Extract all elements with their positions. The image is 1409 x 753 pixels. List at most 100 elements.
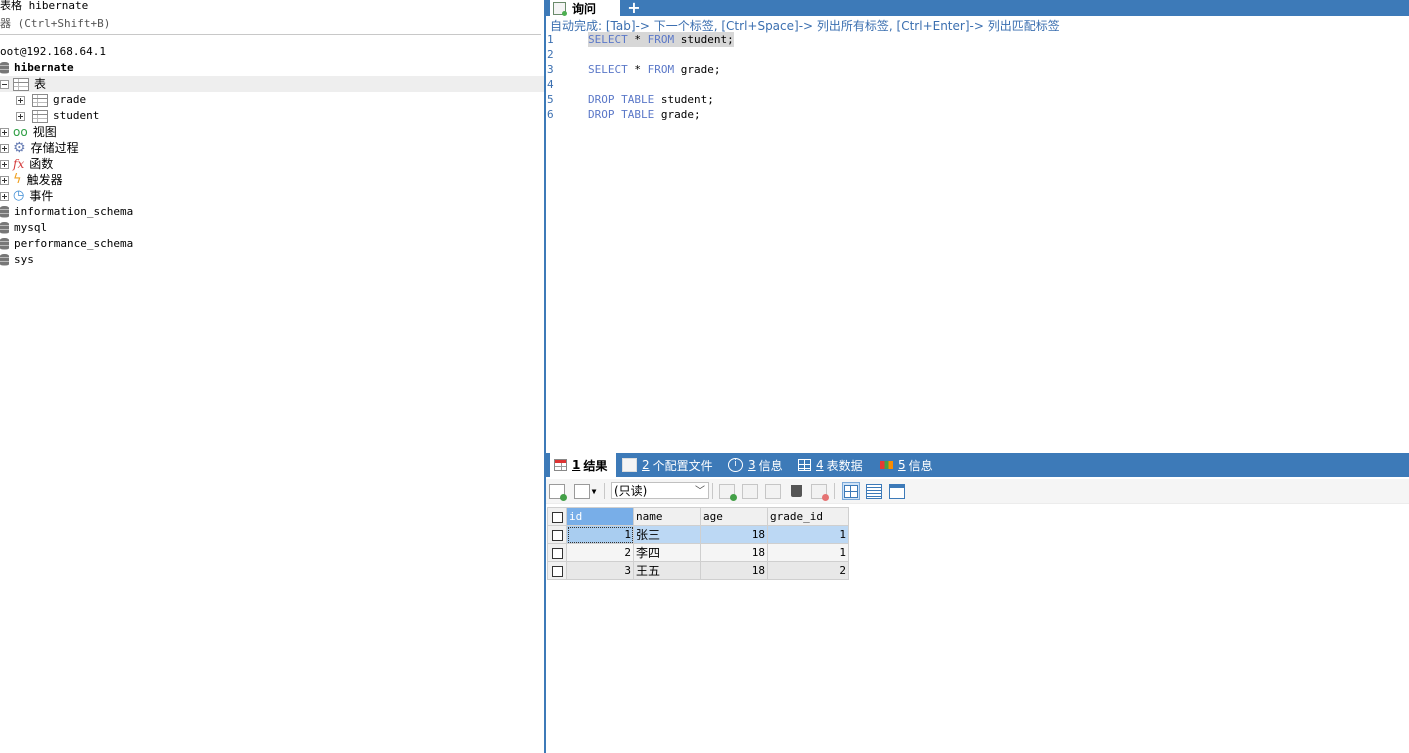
grid-view-button[interactable]: [842, 482, 860, 500]
database-node-performance-schema[interactable]: performance_schema: [0, 236, 133, 252]
tab-query[interactable]: 询问: [550, 0, 620, 16]
tree-node-views[interactable]: oo 视图: [0, 124, 57, 140]
keyword: DROP TABLE: [588, 108, 655, 121]
cell-id[interactable]: 3: [566, 561, 634, 580]
tab-table-data[interactable]: 4 表数据: [794, 453, 863, 477]
lightning-icon: ϟ: [13, 172, 22, 187]
cell-grade-id[interactable]: 1: [767, 543, 849, 562]
cell-id[interactable]: 2: [566, 543, 634, 562]
code-rest: grade;: [674, 63, 721, 76]
insert-row-icon: [719, 483, 737, 501]
duplicate-row-button[interactable]: [741, 482, 759, 500]
messages-icon: [880, 461, 893, 469]
tree-node-triggers[interactable]: ϟ 触发器: [0, 172, 63, 188]
save-button[interactable]: [764, 482, 782, 500]
expand-icon[interactable]: [16, 95, 25, 105]
tab-profile[interactable]: 2 个配置文件: [618, 453, 713, 477]
cell-age[interactable]: 18: [700, 543, 768, 562]
add-tab-button[interactable]: +: [626, 0, 642, 16]
table-row[interactable]: 2 李四 18 1: [547, 543, 849, 562]
cell-age[interactable]: 18: [700, 561, 768, 580]
code-text: SELECT * FROM student;: [588, 32, 734, 47]
add-row-button[interactable]: [548, 482, 567, 501]
delete-row-button[interactable]: [787, 482, 805, 500]
database-label: hibernate: [14, 61, 74, 74]
tab-result[interactable]: 1 结果: [550, 453, 616, 477]
operator: *: [627, 33, 648, 46]
cell-name[interactable]: 张三: [633, 525, 701, 544]
connection-node[interactable]: oot@192.168.64.1: [0, 44, 106, 60]
tree-node-events[interactable]: ◷ 事件: [0, 188, 53, 204]
left-header-title: 表格 hibernate: [0, 0, 89, 12]
table-row[interactable]: 1 张三 18 1: [547, 525, 849, 544]
row-checkbox[interactable]: [547, 543, 567, 562]
line-number: 6: [547, 108, 554, 121]
tab-label: 信息: [758, 458, 783, 473]
tree-node-table-grade[interactable]: grade: [16, 92, 86, 108]
tree-node-tables[interactable]: 表: [0, 76, 544, 92]
checkbox-icon: [551, 547, 563, 559]
tree-node-table-student[interactable]: student: [16, 108, 99, 124]
column-header-grade-id[interactable]: grade_id: [767, 507, 849, 526]
column-header-id[interactable]: id: [566, 507, 634, 526]
object-filter-input[interactable]: 器 (Ctrl+Shift+B): [0, 14, 541, 35]
cell-name[interactable]: 王五: [633, 561, 701, 580]
row-checkbox[interactable]: [547, 525, 567, 544]
result-grid: id name age grade_id 1 张三 18 1 2 李四 18 1: [547, 507, 849, 580]
info-icon: i: [728, 458, 743, 472]
collapse-icon[interactable]: [0, 79, 9, 89]
discard-button[interactable]: [810, 482, 829, 501]
expand-icon[interactable]: [0, 159, 9, 169]
cell-grade-id[interactable]: 1: [767, 525, 849, 544]
tree-node-procedures[interactable]: ⚙ 存储过程: [0, 140, 79, 156]
row-checkbox[interactable]: [547, 561, 567, 580]
layout-menu-button[interactable]: ▼: [571, 482, 599, 500]
column-header-name[interactable]: name: [633, 507, 701, 526]
readonly-select-value: (只读): [614, 484, 648, 498]
cell-name[interactable]: 李四: [633, 543, 701, 562]
tree-node-functions[interactable]: fx 函数: [0, 156, 53, 172]
code-text: DROP TABLE student;: [588, 92, 714, 107]
tab-label: 表数据: [826, 458, 863, 473]
cell-age[interactable]: 18: [700, 525, 768, 544]
tab-label: 信息: [908, 458, 933, 473]
save-icon: [765, 483, 781, 499]
keyword: FROM: [647, 63, 675, 76]
functions-label: 函数: [29, 157, 54, 171]
database-node-mysql[interactable]: mysql: [0, 220, 47, 236]
checkbox-icon: [551, 511, 563, 523]
readonly-select[interactable]: (只读) ﹀: [611, 482, 709, 499]
database-node-information-schema[interactable]: information_schema: [0, 204, 133, 220]
column-header-age[interactable]: age: [700, 507, 768, 526]
database-icon: [0, 62, 9, 74]
expand-icon[interactable]: [0, 175, 9, 185]
gear-icon: ⚙: [13, 140, 26, 156]
table-label-student: student: [53, 109, 100, 122]
database-icon: [0, 238, 9, 250]
insert-row-button[interactable]: [718, 482, 737, 501]
code-rest: student;: [654, 93, 714, 106]
events-label: 事件: [29, 189, 54, 203]
database-node-hibernate[interactable]: hibernate: [0, 60, 74, 76]
form-view-button[interactable]: [865, 482, 883, 500]
expand-icon[interactable]: [0, 143, 9, 153]
toolbar-divider: [712, 483, 713, 499]
grid-view-icon: [844, 484, 858, 498]
table-icon: [32, 109, 48, 123]
cell-id[interactable]: 1: [566, 525, 634, 544]
code-text: DROP TABLE grade;: [588, 107, 701, 122]
chevron-down-icon: ▼: [591, 486, 597, 496]
line-number: 4: [547, 78, 554, 91]
tab-info[interactable]: i 3 信息: [724, 453, 783, 477]
tab-messages[interactable]: 5 信息: [876, 453, 933, 477]
expand-icon[interactable]: [16, 111, 25, 121]
database-node-sys[interactable]: sys: [0, 252, 34, 268]
database-label: information_schema: [14, 205, 134, 218]
cell-grade-id[interactable]: 2: [767, 561, 849, 580]
table-row[interactable]: 3 王五 18 2: [547, 561, 849, 580]
select-all-checkbox[interactable]: [547, 507, 567, 526]
text-view-button[interactable]: [888, 482, 906, 500]
expand-icon[interactable]: [0, 191, 9, 201]
keyword: FROM: [647, 33, 675, 46]
expand-icon[interactable]: [0, 127, 9, 137]
